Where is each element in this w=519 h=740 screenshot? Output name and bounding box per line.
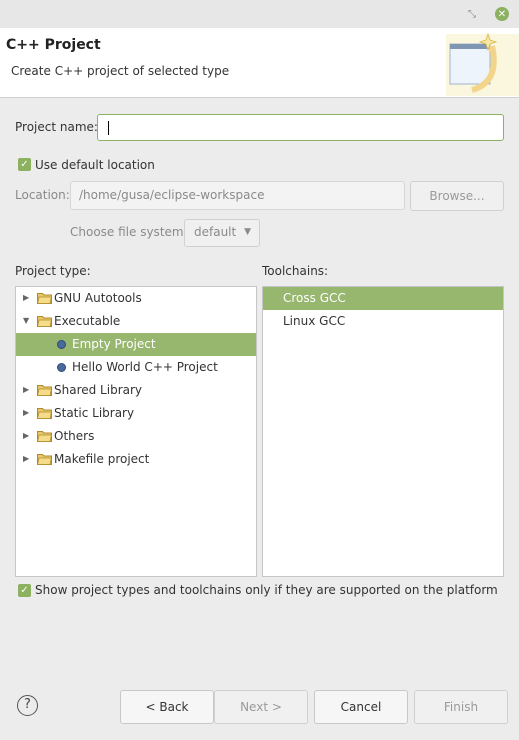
cancel-button[interactable]: Cancel bbox=[314, 690, 408, 724]
folder-open-icon bbox=[37, 316, 52, 327]
wizard-banner: C++ Project Create C++ project of select… bbox=[0, 28, 519, 98]
tree-item-label: Executable bbox=[54, 314, 121, 328]
close-icon[interactable]: ✕ bbox=[495, 7, 509, 21]
project-name-input[interactable] bbox=[97, 114, 504, 141]
location-label: Location: bbox=[15, 188, 70, 202]
file-system-value: default bbox=[194, 225, 237, 239]
supported-only-label: Show project types and toolchains only i… bbox=[35, 583, 498, 597]
expanded-arrow-icon[interactable]: ▼ bbox=[23, 316, 29, 325]
file-system-select: default ▼ bbox=[184, 219, 260, 247]
toolchain-label: Linux GCC bbox=[283, 314, 346, 328]
tree-item-label: Others bbox=[54, 429, 95, 443]
next-button: Next > bbox=[214, 690, 308, 724]
restore-icon[interactable]: ⤡ bbox=[465, 7, 479, 21]
supported-only-checkbox[interactable]: ✓ bbox=[18, 584, 31, 597]
toolchain-item[interactable]: Cross GCC bbox=[263, 287, 503, 310]
collapsed-arrow-icon[interactable]: ▶ bbox=[23, 293, 29, 302]
toolchain-label: Cross GCC bbox=[283, 291, 346, 305]
finish-button: Finish bbox=[414, 690, 508, 724]
wizard-title: C++ Project bbox=[6, 37, 101, 53]
use-default-location-checkbox[interactable]: ✓ bbox=[18, 158, 31, 171]
project-template-icon bbox=[57, 363, 66, 372]
collapsed-arrow-icon[interactable]: ▶ bbox=[23, 454, 29, 463]
collapsed-arrow-icon[interactable]: ▶ bbox=[23, 408, 29, 417]
tree-item-label: Makefile project bbox=[54, 452, 150, 466]
tree-item[interactable]: Hello World C++ Project bbox=[16, 356, 256, 379]
help-icon[interactable]: ? bbox=[17, 695, 38, 716]
collapsed-arrow-icon[interactable]: ▶ bbox=[23, 385, 29, 394]
tree-item-label: Hello World C++ Project bbox=[72, 360, 218, 374]
project-name-label: Project name: bbox=[15, 120, 98, 134]
location-input: /home/gusa/eclipse-workspace bbox=[70, 181, 405, 210]
folder-icon bbox=[37, 431, 52, 442]
file-system-label: Choose file system: bbox=[70, 225, 188, 239]
toolchains-list[interactable]: Cross GCC Linux GCC bbox=[262, 286, 504, 577]
tree-item[interactable]: ▶ Shared Library bbox=[16, 379, 256, 402]
browse-button: Browse... bbox=[410, 181, 504, 211]
collapsed-arrow-icon[interactable]: ▶ bbox=[23, 431, 29, 440]
new-project-wizard-icon bbox=[446, 32, 519, 96]
folder-icon bbox=[37, 454, 52, 465]
project-template-icon bbox=[57, 340, 66, 349]
use-default-location-label: Use default location bbox=[35, 158, 155, 172]
tree-item[interactable]: ▶ GNU Autotools bbox=[16, 287, 256, 310]
back-button[interactable]: < Back bbox=[120, 690, 214, 724]
window-titlebar: ⤡ ✕ bbox=[0, 0, 519, 28]
project-type-header: Project type: bbox=[15, 264, 91, 278]
toolchains-header: Toolchains: bbox=[262, 264, 329, 278]
tree-item-label: Empty Project bbox=[72, 337, 156, 351]
tree-item-label: Static Library bbox=[54, 406, 135, 420]
folder-icon bbox=[37, 408, 52, 419]
folder-icon bbox=[37, 293, 52, 304]
tree-item[interactable]: ▶ Others bbox=[16, 425, 256, 448]
tree-item[interactable]: ▼ Executable bbox=[16, 310, 256, 333]
folder-icon bbox=[37, 385, 52, 396]
text-caret bbox=[108, 121, 109, 135]
toolchain-item[interactable]: Linux GCC bbox=[263, 310, 503, 333]
wizard-description: Create C++ project of selected type bbox=[11, 64, 230, 78]
tree-item-label: Shared Library bbox=[54, 383, 143, 397]
tree-item[interactable]: ▶ Static Library bbox=[16, 402, 256, 425]
project-type-tree[interactable]: ▶ GNU Autotools ▼ Executable Empty Project He… bbox=[15, 286, 257, 577]
tree-item[interactable]: ▶ Makefile project bbox=[16, 448, 256, 471]
tree-item-label: GNU Autotools bbox=[54, 291, 142, 305]
tree-item[interactable]: Empty Project bbox=[16, 333, 256, 356]
chevron-down-icon: ▼ bbox=[244, 227, 251, 237]
